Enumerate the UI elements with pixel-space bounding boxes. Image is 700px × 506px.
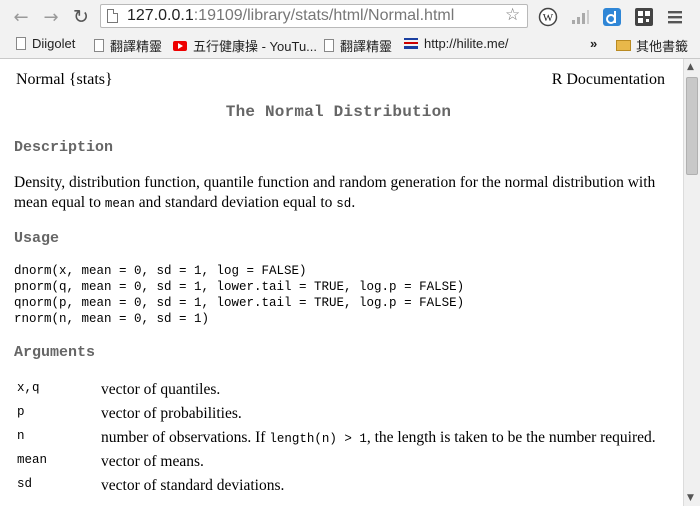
browser-chrome: ← → ↻ 127.0.0.1:19109/library/stats/html… bbox=[0, 0, 700, 59]
argument-description: vector of means. bbox=[101, 453, 204, 470]
address-bar[interactable]: 127.0.0.1:19109/library/stats/html/Norma… bbox=[100, 4, 528, 28]
bookmark-youtube[interactable]: 五行健康操 - YouTu... bbox=[173, 36, 317, 55]
argument-name: x,q bbox=[17, 381, 40, 395]
reload-icon[interactable]: ↻ bbox=[70, 6, 92, 28]
bookmark-star-icon[interactable]: ☆ bbox=[505, 5, 520, 25]
usage-line: pnorm(q, mean = 0, sd = 1, lower.tail = … bbox=[14, 280, 465, 294]
argument-name: p bbox=[17, 405, 25, 419]
browser-toolbar: ← → ↻ 127.0.0.1:19109/library/stats/html… bbox=[0, 0, 700, 33]
scrollbar-thumb[interactable] bbox=[686, 77, 698, 175]
document-icon bbox=[94, 39, 104, 52]
usage-heading: Usage bbox=[14, 230, 60, 247]
argument-description: vector of quantiles. bbox=[101, 381, 221, 398]
usage-line: rnorm(n, mean = 0, sd = 1) bbox=[14, 312, 210, 326]
argument-description: number of observations. If length(n) > 1… bbox=[101, 429, 656, 446]
bookmark-translate-1[interactable]: 翻譯精靈 bbox=[94, 36, 162, 55]
diigo-extension-icon[interactable] bbox=[602, 7, 622, 27]
youtube-icon bbox=[173, 40, 187, 51]
other-bookmarks-folder[interactable]: 其他書籤 bbox=[616, 36, 688, 55]
page-icon bbox=[107, 9, 118, 23]
argument-row: p vector of probabilities. bbox=[14, 405, 674, 429]
url-text[interactable]: 127.0.0.1:19109/library/stats/html/Norma… bbox=[127, 7, 454, 25]
doc-header-right: R Documentation bbox=[551, 71, 665, 88]
usage-code: dnorm(x, mean = 0, sd = 1, log = FALSE) … bbox=[14, 263, 464, 327]
document-icon bbox=[16, 37, 26, 50]
doc-header-left: Normal {stats} bbox=[16, 71, 113, 88]
svg-text:W: W bbox=[543, 12, 554, 24]
argument-description: vector of standard deviations. bbox=[101, 477, 285, 494]
forward-arrow-icon[interactable]: → bbox=[40, 6, 62, 28]
usage-line: dnorm(x, mean = 0, sd = 1, log = FALSE) bbox=[14, 264, 307, 278]
argument-row: mean vector of means. bbox=[14, 453, 674, 477]
description-heading: Description bbox=[14, 139, 114, 156]
arguments-heading: Arguments bbox=[14, 344, 96, 361]
argument-description: vector of probabilities. bbox=[101, 405, 242, 422]
page-title: The Normal Distribution bbox=[225, 103, 452, 121]
menu-icon[interactable] bbox=[665, 7, 685, 27]
argument-name: mean bbox=[17, 453, 48, 467]
back-arrow-icon[interactable]: ← bbox=[10, 6, 32, 28]
hilite-icon bbox=[404, 38, 418, 49]
bookmark-translate-2[interactable]: 翻譯精靈 bbox=[324, 36, 392, 55]
description-text: Density, distribution function, quantile… bbox=[14, 174, 656, 211]
document-icon bbox=[324, 39, 334, 52]
scroll-up-arrow-icon[interactable]: ▲ bbox=[687, 62, 694, 72]
page-content: Normal {stats} R Documentation The Norma… bbox=[0, 59, 677, 506]
bookmark-diigolet[interactable]: Diigolet bbox=[16, 36, 75, 51]
scroll-down-arrow-icon[interactable]: ▼ bbox=[687, 493, 694, 503]
bookmark-hilite[interactable]: http://hilite.me/ bbox=[404, 36, 509, 51]
argument-row: n number of observations. If length(n) >… bbox=[14, 429, 674, 453]
signal-bars-icon[interactable] bbox=[570, 7, 590, 27]
vertical-scrollbar[interactable]: ▲ ▼ bbox=[683, 59, 700, 506]
argument-row: x,q vector of quantiles. bbox=[14, 381, 674, 405]
wikipedia-extension-icon[interactable]: W bbox=[538, 7, 558, 27]
argument-name: n bbox=[17, 429, 25, 443]
qr-extension-icon[interactable] bbox=[634, 7, 654, 27]
folder-icon bbox=[616, 40, 631, 51]
bookmarks-bar: Diigolet 翻譯精靈 五行健康操 - YouTu... 翻譯精靈 http… bbox=[0, 33, 700, 57]
bookmarks-overflow-button[interactable]: » bbox=[590, 36, 597, 51]
argument-row: sd vector of standard deviations. bbox=[14, 477, 674, 501]
usage-line: qnorm(p, mean = 0, sd = 1, lower.tail = … bbox=[14, 296, 465, 310]
argument-name: sd bbox=[17, 477, 33, 491]
